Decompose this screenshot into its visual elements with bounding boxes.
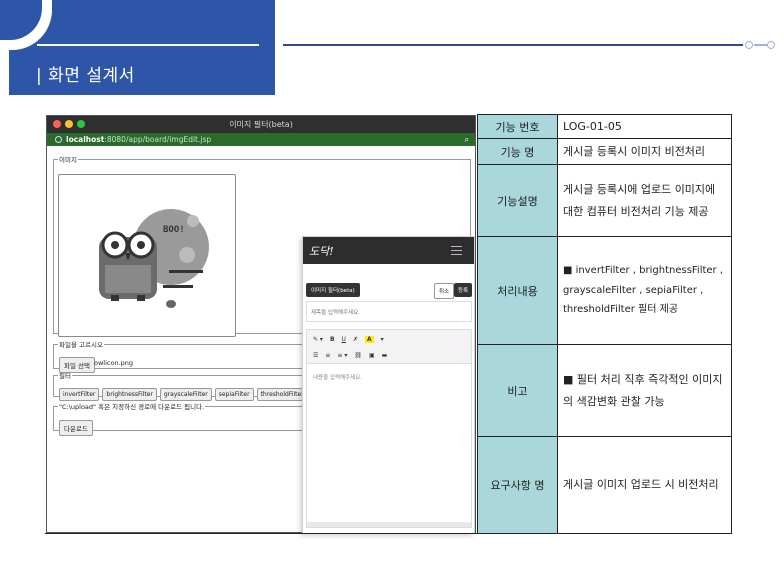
image-preview: BOO!	[58, 174, 236, 337]
font-color-icon[interactable]: A	[364, 336, 374, 343]
cancel-button[interactable]: 취소	[434, 283, 455, 299]
toolbar-row: ☰ ≡ ≡ ▾ ⛓ ▣ ▬	[313, 352, 387, 359]
page-title: | 화면 설계서	[36, 66, 135, 86]
spec-value: 게시글 이미지 업로드 시 비전처리	[557, 436, 732, 534]
subject-input[interactable]: 제목을 입력해주세요.	[306, 301, 472, 322]
grayscale-filter-button[interactable]: grayscaleFilter	[159, 388, 212, 401]
window-titlebar: 이미지 필터(beta)	[47, 116, 475, 133]
mobile-topbar: 도닥!	[303, 237, 474, 264]
hamburger-menu-icon[interactable]	[451, 246, 462, 258]
brightness-filter-button[interactable]: brightnessFilter	[102, 388, 157, 401]
sepia-filter-button[interactable]: sepiaFilter	[214, 388, 254, 401]
table-row: 기능설명 게시글 등록시에 업로드 이미지에 대한 컴퓨터 비전처리 기능 제공	[477, 164, 732, 237]
ordered-list-icon[interactable]: ≡	[325, 352, 330, 359]
editor-resize-handle[interactable]	[307, 522, 471, 527]
spec-label: 기능 명	[477, 138, 558, 165]
clear-format-icon[interactable]: ✗	[353, 336, 358, 343]
header-rule	[37, 44, 259, 46]
table-row: 요구사항 명 게시글 이미지 업로드 시 비전처리	[477, 436, 732, 534]
filter-legend: 필터	[59, 372, 71, 380]
divider-dot-icon	[767, 41, 775, 49]
header-divider	[283, 44, 743, 46]
toolbar-row: ✎ ▾ B U ✗ A ▾	[313, 336, 384, 343]
download-legend: "C:\upload" 혹은 지정하신 경로에 다운로드 됩니다.	[59, 403, 205, 411]
selected-file-name: owlicon.png	[94, 359, 134, 367]
table-row: 기능 명 게시글 등록시 이미지 비전처리	[477, 138, 732, 165]
divider-dot-icon	[745, 41, 753, 49]
unordered-list-icon[interactable]: ☰	[313, 352, 318, 359]
content-editor[interactable]: ✎ ▾ B U ✗ A ▾ ☰ ≡ ≡ ▾ ⛓ ▣ ▬ 내용을 입력해주세요.	[306, 329, 472, 528]
paragraph-dropdown-icon[interactable]: ≡ ▾	[337, 352, 347, 359]
zoom-icon[interactable]: ⌕	[465, 133, 469, 146]
mobile-screen: 도닥! 이미지 필터(beta) 취소 등록 제목을 입력해주세요. ✎ ▾ B…	[302, 236, 475, 534]
underline-icon[interactable]: U	[342, 336, 346, 343]
filter-buttons: invertFilter brightnessFilter grayscaleF…	[59, 388, 308, 401]
spec-table: 기능 번호 LOG-01-05 기능 명 게시글 등록시 이미지 비전처리 기능…	[477, 114, 732, 534]
url-host: localhost	[66, 135, 105, 144]
frame-bottom-border	[45, 533, 477, 534]
table-row: 기능 번호 LOG-01-05	[477, 114, 732, 139]
app-logo[interactable]: 도닥!	[309, 243, 334, 259]
spec-label: 비고	[477, 344, 558, 437]
spec-value: LOG-01-05	[557, 114, 732, 139]
video-icon[interactable]: ▬	[382, 352, 388, 359]
spec-value: 게시글 등록시에 업로드 이미지에 대한 컴퓨터 비전처리 기능 제공	[557, 164, 732, 237]
spec-label: 기능설명	[477, 164, 558, 237]
content-placeholder: 내용을 입력해주세요.	[313, 375, 363, 381]
spec-label: 기능 번호	[477, 114, 558, 139]
image-filter-button[interactable]: 이미지 필터(beta)	[306, 283, 360, 297]
window-title: 이미지 필터(beta)	[229, 120, 293, 129]
preview-caption: BOO!	[163, 225, 185, 235]
url-path: :8080/app/board/imgEdit.jsp	[104, 135, 212, 144]
divider-link	[754, 44, 768, 46]
spec-value: ■ invertFilter , brightnessFilter , gray…	[557, 236, 732, 345]
color-dropdown-icon[interactable]: ▾	[381, 336, 384, 343]
table-row: 처리내용 ■ invertFilter , brightnessFilter ,…	[477, 236, 732, 345]
spec-value: ■ 필터 처리 직후 즉각적인 이미지의 색감변화 관찰 가능	[557, 344, 732, 437]
spec-value: 게시글 등록시 이미지 비전처리	[557, 138, 732, 165]
style-dropdown-icon[interactable]: ✎ ▾	[313, 336, 323, 343]
address-bar[interactable]: localhost:8080/app/board/imgEdit.jsp ⌕	[47, 133, 475, 146]
file-legend: 파일을 고르시오	[59, 341, 103, 349]
bold-icon[interactable]: B	[330, 336, 335, 343]
table-row: 비고 ■ 필터 처리 직후 즉각적인 이미지의 색감변화 관찰 가능	[477, 344, 732, 437]
invert-filter-button[interactable]: invertFilter	[59, 388, 100, 401]
picture-icon[interactable]: ▣	[369, 352, 375, 359]
info-icon[interactable]	[55, 136, 62, 143]
link-icon[interactable]: ⛓	[354, 352, 362, 359]
owl-illustration-icon	[99, 209, 209, 308]
spec-label: 처리내용	[477, 236, 558, 345]
submit-button[interactable]: 등록	[454, 283, 473, 297]
image-legend: 이미지	[59, 156, 77, 164]
threshold-filter-button[interactable]: thresholdFilter	[256, 388, 308, 401]
spec-label: 요구사항 명	[477, 436, 558, 534]
download-button[interactable]: 다운로드	[59, 420, 93, 436]
editor-toolbar: ✎ ▾ B U ✗ A ▾ ☰ ≡ ≡ ▾ ⛓ ▣ ▬	[307, 330, 471, 364]
